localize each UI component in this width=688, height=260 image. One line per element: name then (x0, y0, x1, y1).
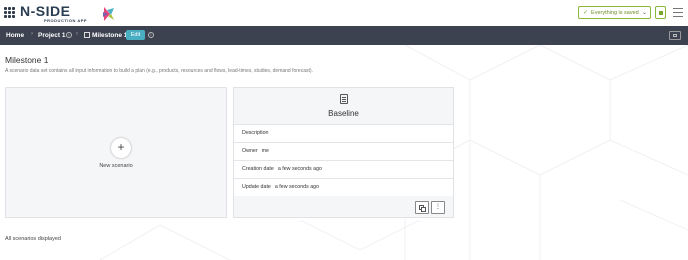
page-description: A scenario data set contains all input i… (5, 68, 313, 74)
chevron-down-icon: ⌄ (641, 10, 647, 16)
new-scenario-label: New scenario (99, 163, 133, 169)
scenario-details: Description Owner me Creation date a few s… (234, 124, 453, 196)
detail-row-update-date: Update date a few seconds ago (234, 178, 453, 196)
copy-icon-front (421, 207, 426, 212)
stop-icon (659, 11, 663, 15)
milestone-info-icon[interactable]: i (148, 32, 154, 38)
breadcrumb-separator-icon: › (76, 31, 78, 37)
detail-label: Creation date (242, 166, 274, 172)
apps-grid-icon[interactable] (4, 7, 15, 18)
logo-mark-icon (103, 7, 114, 21)
scenario-card[interactable]: Baseline Description Owner me Creation da… (233, 87, 454, 218)
detail-row-creation-date: Creation date a few seconds ago (234, 160, 453, 178)
logo-main-text: N-SIDE (20, 3, 71, 19)
detail-row-owner: Owner me (234, 142, 453, 160)
breadcrumb-project[interactable]: Project 1 (38, 32, 65, 39)
detail-label: Description (242, 130, 269, 136)
milestone-icon (84, 32, 90, 38)
scenario-title: Baseline (328, 109, 359, 118)
detail-value: a few seconds ago (274, 184, 320, 190)
breadcrumb: Home › Project 1 i › Milestone 1 Edit i (0, 26, 688, 45)
detail-label: Update date (242, 184, 271, 190)
check-icon: ✓ (583, 10, 589, 16)
breadcrumb-milestone[interactable]: Milestone 1 (92, 32, 127, 39)
breadcrumb-separator-icon: › (31, 31, 33, 37)
hamburger-menu-icon[interactable] (673, 8, 683, 17)
edit-button[interactable]: Edit (126, 30, 145, 40)
scenario-actions: ⋮ (415, 201, 445, 214)
save-status-text: Everything is saved (591, 9, 639, 16)
detail-value: a few seconds ago (277, 166, 322, 172)
panel-icon (673, 34, 677, 37)
scenarios-status: All scenarios displayed (5, 236, 61, 242)
save-status-dropdown[interactable]: ✓ Everything is saved ⌄ (578, 6, 651, 19)
stop-button[interactable] (655, 6, 666, 19)
app-logo[interactable]: N-SIDE PRODUCTION APP (20, 3, 114, 23)
breadcrumb-home[interactable]: Home (6, 32, 24, 39)
detail-label: Owner (242, 148, 258, 154)
duplicate-button[interactable] (415, 201, 429, 214)
logo-sub-text: PRODUCTION APP (44, 18, 88, 23)
detail-value: me (261, 148, 269, 154)
plus-icon[interactable]: + (111, 138, 131, 158)
project-info-icon[interactable]: i (66, 32, 72, 38)
top-bar: N-SIDE PRODUCTION APP ✓ Everything is sa… (0, 0, 688, 26)
detail-row-description: Description (234, 124, 453, 142)
more-options-icon[interactable]: ⋮ (431, 201, 445, 214)
panel-toggle-button[interactable] (669, 31, 681, 40)
document-icon (340, 94, 348, 104)
page-title: Milestone 1 (5, 55, 49, 65)
new-scenario-card[interactable]: + New scenario (5, 87, 227, 218)
